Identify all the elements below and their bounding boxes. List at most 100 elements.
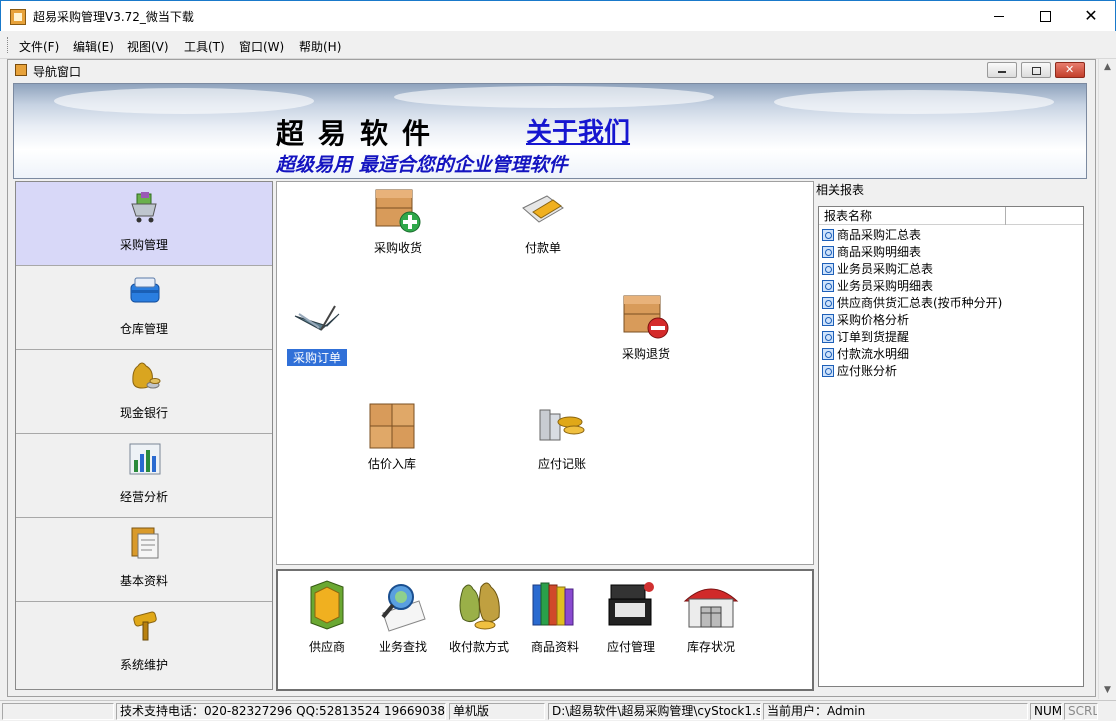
menu-file[interactable]: 文件(F) <box>19 38 59 55</box>
crate-add-icon <box>375 189 421 233</box>
report-item[interactable]: 应付账分析 <box>822 363 897 380</box>
crates-icon <box>369 403 415 449</box>
status-num: NUM <box>1030 703 1062 720</box>
window-icon <box>15 64 27 76</box>
status-path: D:\超易软件\超易采购管理\cyStock1.sys <box>548 703 761 720</box>
minimize-button[interactable] <box>976 1 1022 31</box>
money-bags-icon <box>459 582 500 630</box>
sidebar-item-purchase[interactable]: 采购管理 <box>16 182 272 266</box>
tool-payment-methods[interactable]: 收付款方式 <box>444 577 514 655</box>
brand-title: 超易软件 <box>276 117 445 150</box>
report-item[interactable]: 付款流水明细 <box>822 346 909 363</box>
tool-label: 收付款方式 <box>448 640 509 654</box>
report-item[interactable]: 商品采购明细表 <box>822 244 921 261</box>
report-item[interactable]: 订单到货提醒 <box>822 329 909 346</box>
menu-grip <box>7 37 10 53</box>
report-icon <box>822 263 834 275</box>
coins-ledger-icon <box>539 409 585 441</box>
status-scrl: SCRL <box>1064 703 1098 720</box>
menu-edit[interactable]: 编辑(E) <box>73 38 114 55</box>
tool-label: 供应商 <box>308 640 345 654</box>
menu-view[interactable]: 视图(V) <box>127 38 169 55</box>
column-empty[interactable] <box>1006 207 1084 225</box>
scroll-down-icon[interactable]: ▼ <box>1099 682 1116 699</box>
sidebar-item-cash-bank[interactable]: 现金银行 <box>16 350 272 434</box>
warehouse-box-icon <box>130 277 160 303</box>
icon-label: 采购退货 <box>621 347 670 361</box>
payable-accounting-item[interactable]: 应付记账 <box>527 400 597 472</box>
menu-help[interactable]: 帮助(H) <box>299 38 341 55</box>
maximize-button[interactable] <box>1022 1 1068 31</box>
about-us-link[interactable]: 关于我们 <box>526 112 630 149</box>
sidebar-item-system[interactable]: 系统维护 <box>16 602 272 686</box>
sidebar-item-label: 经营分析 <box>119 490 168 504</box>
report-icon <box>822 229 834 241</box>
purchase-return-item[interactable]: 采购退货 <box>611 290 681 362</box>
books-icon <box>532 582 574 626</box>
reports-list: 报表名称 商品采购汇总表 商品采购明细表 业务员采购汇总表 业务员采购明细表 供… <box>818 206 1084 687</box>
main-workspace: 采购收货 付款单 采购订单 采购退货 估价入库 应付记账 <box>276 181 814 565</box>
status-panel-empty <box>2 703 114 720</box>
report-item[interactable]: 供应商供货汇总表(按币种分开) <box>822 295 1002 312</box>
vertical-scrollbar[interactable]: ▲ ▼ <box>1098 59 1115 699</box>
child-close-button[interactable] <box>1055 62 1085 78</box>
report-icon <box>822 365 834 377</box>
banner: 超易软件 关于我们 超级易用 最适合您的企业管理软件 <box>13 83 1087 179</box>
sidebar-item-analysis[interactable]: 经营分析 <box>16 434 272 518</box>
close-button[interactable]: ✕ <box>1068 1 1114 31</box>
report-icon <box>822 246 834 258</box>
menu-bar: 文件(F) 编辑(E) 视图(V) 工具(T) 窗口(W) 帮助(H) <box>0 31 1116 59</box>
tool-payable-management[interactable]: 应付管理 <box>596 577 666 655</box>
sidebar-item-label: 采购管理 <box>119 238 168 252</box>
report-item[interactable]: 商品采购汇总表 <box>822 227 921 244</box>
icon-label: 应付记账 <box>537 457 586 471</box>
report-icon <box>822 348 834 360</box>
slogan: 超级易用 最适合您的企业管理软件 <box>276 154 568 176</box>
reports-title: 相关报表 <box>816 183 865 197</box>
estimate-stock-in-item[interactable]: 估价入库 <box>357 400 427 472</box>
tool-inventory-status[interactable]: 库存状况 <box>676 577 746 655</box>
scroll-up-icon[interactable]: ▲ <box>1099 59 1116 76</box>
sidebar-item-label: 基本资料 <box>119 574 168 588</box>
report-item[interactable]: 采购价格分析 <box>822 312 909 329</box>
bar-chart-icon <box>129 443 161 475</box>
warehouse-house-icon <box>683 588 739 628</box>
menu-window[interactable]: 窗口(W) <box>239 38 284 55</box>
sidebar-item-label: 现金银行 <box>119 406 168 420</box>
tool-supplier[interactable]: 供应商 <box>292 577 362 655</box>
tool-product-info[interactable]: 商品资料 <box>520 577 590 655</box>
sidebar-item-warehouse[interactable]: 仓库管理 <box>16 266 272 350</box>
quick-tools-bar: 供应商 业务查找 收付款方式 商品资料 应付管理 库存状况 <box>276 569 814 691</box>
related-reports-panel: 相关报表 报表名称 商品采购汇总表 商品采购明细表 业务员采购汇总表 业务员采购… <box>816 181 1088 690</box>
sidebar-item-label: 仓库管理 <box>119 322 168 336</box>
purchase-order-item[interactable]: 采购订单 <box>287 294 347 366</box>
report-icon <box>822 314 834 326</box>
magnifier-globe-icon <box>381 584 426 632</box>
sidebar-item-basic-data[interactable]: 基本资料 <box>16 518 272 602</box>
status-bar: 技术支持电话：020-82327296 QQ:52813524 19669038… <box>0 700 1116 721</box>
column-report-name[interactable]: 报表名称 <box>819 207 1006 225</box>
shopping-cart-icon <box>131 192 157 223</box>
sidebar-item-label: 系统维护 <box>119 658 168 672</box>
report-icon <box>822 297 834 309</box>
document-icon <box>131 527 159 559</box>
report-item[interactable]: 业务员采购明细表 <box>822 278 933 295</box>
report-item[interactable]: 业务员采购汇总表 <box>822 261 933 278</box>
window-title: 超易采购管理V3.72_微当下载 <box>33 10 194 24</box>
order-icon <box>294 305 340 331</box>
report-icon <box>822 280 834 292</box>
icon-label: 估价入库 <box>367 457 416 471</box>
tool-business-search[interactable]: 业务查找 <box>368 577 438 655</box>
tool-label: 业务查找 <box>378 640 427 654</box>
app-icon <box>10 9 26 25</box>
menu-tools[interactable]: 工具(T) <box>184 38 225 55</box>
money-bag-icon <box>132 362 161 389</box>
gavel-icon <box>133 611 157 641</box>
reports-column-header: 报表名称 <box>819 207 1083 225</box>
child-minimize-button[interactable] <box>987 62 1017 78</box>
payment-slip-item[interactable]: 付款单 <box>513 184 573 256</box>
title-bar: 超易采购管理V3.72_微当下载 ✕ <box>0 0 1116 31</box>
purchase-receipt-item[interactable]: 采购收货 <box>363 184 433 256</box>
child-title-bar: 导航窗口 <box>8 60 1095 80</box>
child-restore-button[interactable] <box>1021 62 1051 78</box>
